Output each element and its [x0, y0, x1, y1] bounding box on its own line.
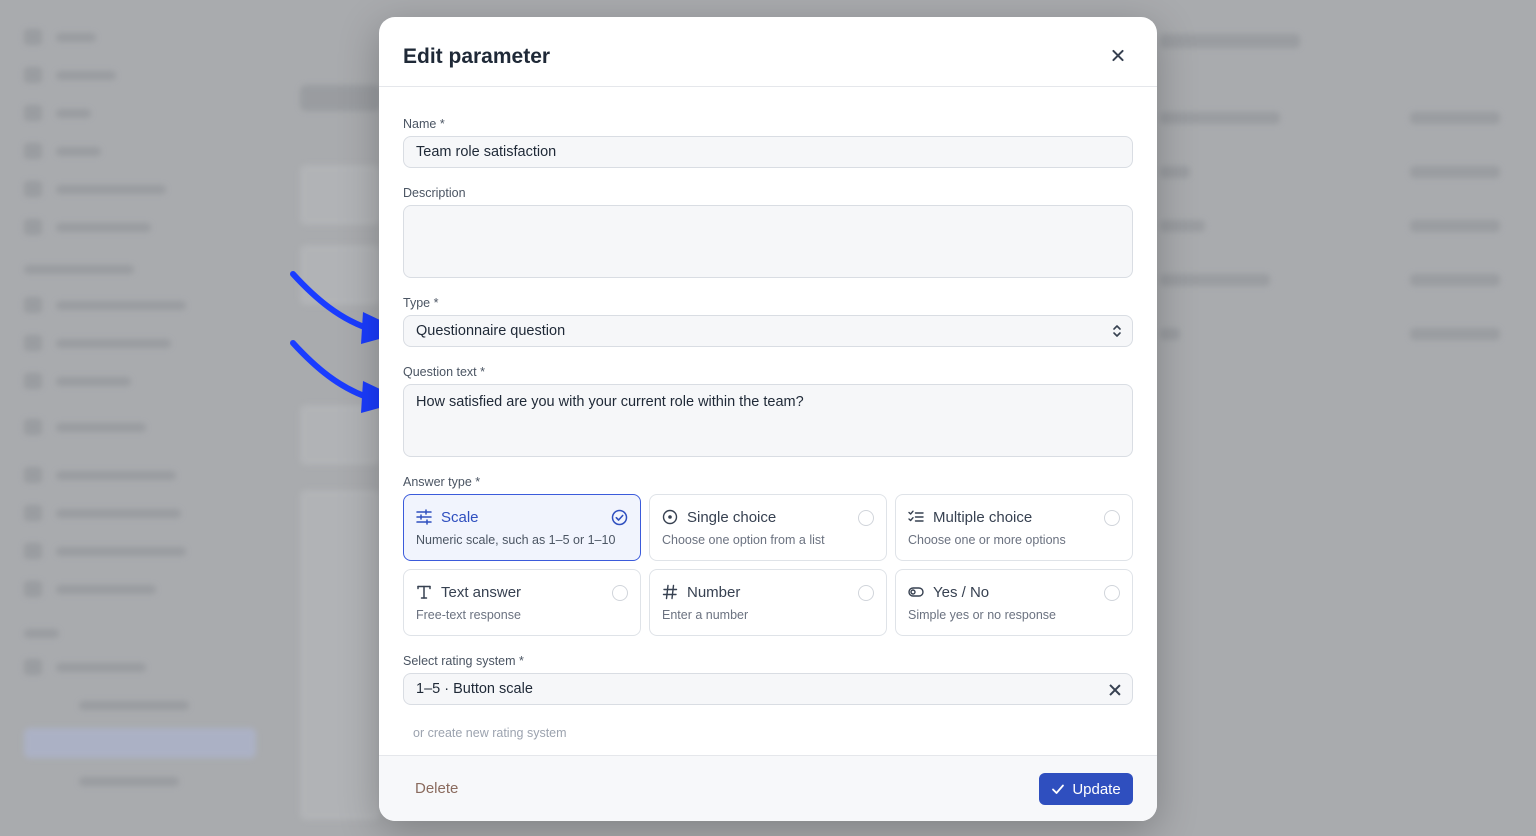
question-text-value: How satisfied are you with your current … [416, 394, 804, 410]
radio-button[interactable] [858, 510, 874, 526]
text-t-icon [417, 585, 431, 599]
dialog-footer: Delete Update [379, 755, 1157, 821]
answer-option-number[interactable]: Number Enter a number [649, 569, 887, 636]
description-textarea[interactable] [403, 205, 1133, 278]
answer-option-desc: Choose one or more options [908, 533, 1066, 547]
radio-button[interactable] [1104, 585, 1120, 601]
name-value: Team role satisfaction [416, 144, 557, 160]
edit-parameter-dialog: Edit parameter Name * Team role satisfac… [379, 17, 1157, 821]
answer-option-desc: Enter a number [662, 608, 749, 622]
description-label: Description [403, 186, 466, 200]
sliders-icon [416, 509, 432, 525]
answer-option-yes-no[interactable]: Yes / No Simple yes or no response [895, 569, 1133, 636]
name-label: Name * [403, 117, 445, 131]
answer-option-title: Scale [441, 509, 479, 526]
answer-option-multiple-choice[interactable]: Multiple choice Choose one or more optio… [895, 494, 1133, 561]
type-label: Type * [403, 296, 439, 310]
answer-option-title: Yes / No [933, 584, 990, 601]
rating-system-label: Select rating system * [403, 654, 524, 668]
update-label: Update [1072, 780, 1121, 798]
answer-option-title: Multiple choice [933, 509, 1033, 526]
question-text-textarea[interactable]: How satisfied are you with your current … [403, 384, 1133, 457]
rating-system-value: 1–5 · Button scale [416, 681, 533, 697]
dialog-header: Edit parameter [379, 17, 1157, 87]
radio-dot-icon [662, 509, 678, 525]
radio-button[interactable] [1104, 510, 1120, 526]
close-icon[interactable] [1111, 49, 1125, 63]
create-rating-system-link[interactable]: or create new rating system [413, 726, 567, 740]
answer-option-desc: Free-text response [416, 608, 521, 622]
check-circle-icon [611, 509, 628, 526]
answer-option-scale[interactable]: Scale Numeric scale, such as 1–5 or 1–10 [403, 494, 641, 561]
delete-button[interactable]: Delete [415, 780, 458, 797]
answer-option-title: Number [687, 584, 741, 601]
answer-type-label: Answer type * [403, 475, 481, 489]
radio-button[interactable] [858, 585, 874, 601]
type-select[interactable]: Questionnaire question [403, 315, 1133, 347]
answer-option-desc: Numeric scale, such as 1–5 or 1–10 [416, 533, 616, 547]
answer-option-title: Single choice [687, 509, 777, 526]
radio-button[interactable] [612, 585, 628, 601]
answer-option-text-answer[interactable]: Text answer Free-text response [403, 569, 641, 636]
answer-option-title: Text answer [441, 584, 522, 601]
hash-icon [662, 584, 678, 600]
answer-option-desc: Choose one option from a list [662, 533, 825, 547]
dialog-title: Edit parameter [403, 45, 551, 68]
name-input[interactable]: Team role satisfaction [403, 136, 1133, 168]
checklist-icon [908, 510, 924, 522]
clear-icon[interactable] [1108, 683, 1122, 697]
toggle-icon [908, 587, 924, 597]
answer-option-desc: Simple yes or no response [908, 608, 1056, 622]
background-sidebar [0, 0, 280, 836]
question-text-label: Question text * [403, 365, 485, 379]
rating-system-select[interactable]: 1–5 · Button scale [403, 673, 1133, 705]
update-button[interactable]: Update [1039, 773, 1133, 805]
check-icon [1052, 784, 1065, 794]
chevron-up-down-icon [1113, 325, 1121, 337]
type-value: Questionnaire question [416, 323, 566, 339]
answer-option-single-choice[interactable]: Single choice Choose one option from a l… [649, 494, 887, 561]
